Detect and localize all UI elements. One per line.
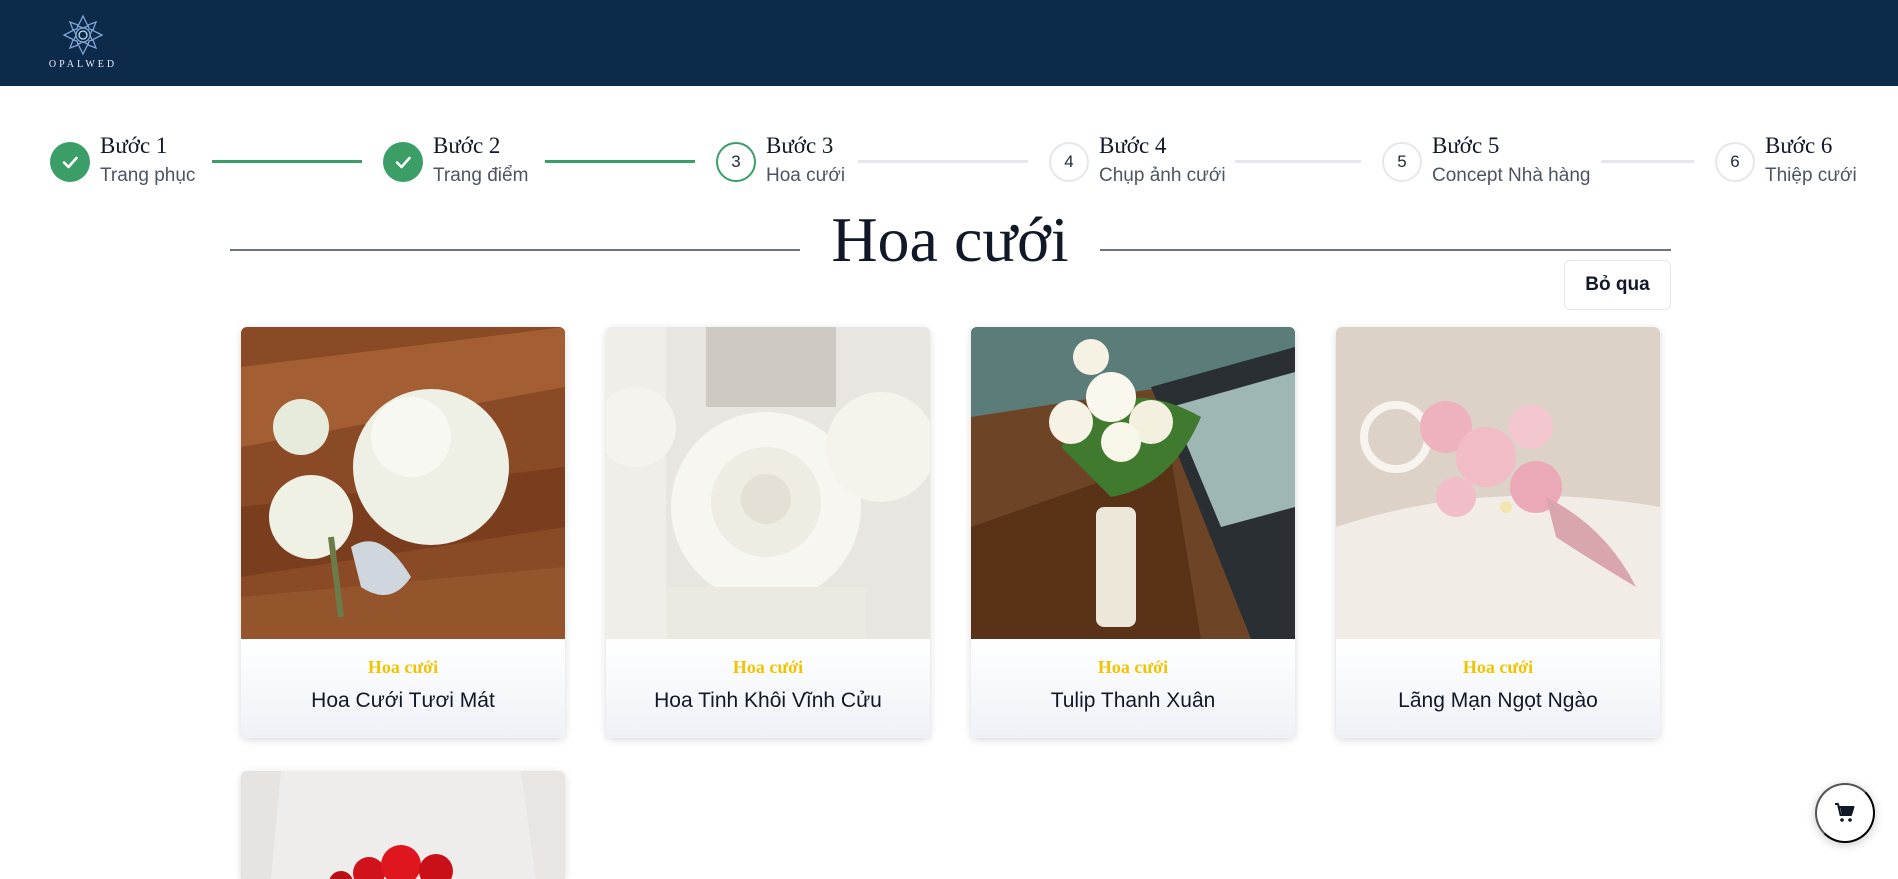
step-title: Bước 2 bbox=[433, 133, 501, 158]
product-name[interactable]: Lãng Mạn Ngọt Ngào bbox=[1336, 689, 1660, 713]
step-subtitle: Hoa cưới bbox=[766, 165, 846, 186]
step-subtitle: Trang điểm bbox=[433, 165, 529, 186]
step-subtitle: Trang phục bbox=[100, 165, 196, 186]
logo-text: OPALWED bbox=[48, 59, 118, 70]
cart-icon bbox=[1835, 803, 1855, 822]
heading-divider-left bbox=[230, 249, 800, 251]
progress-stepper: Bước 1 Trang phục Bước 2 Trang điểm 3 Bư… bbox=[0, 130, 1898, 194]
step-connector bbox=[545, 160, 695, 163]
brand-logo[interactable]: OPALWED bbox=[44, 14, 122, 76]
product-name[interactable]: Hoa Tinh Khôi Vĩnh Cửu bbox=[606, 689, 930, 713]
step-subtitle: Thiệp cưới bbox=[1765, 165, 1857, 186]
page-title: Hoa cưới bbox=[831, 204, 1069, 275]
product-card[interactable]: Hoa cưới Tulip Thanh Xuân bbox=[971, 327, 1295, 738]
product-card[interactable]: Hoa cưới Hoa Tinh Khôi Vĩnh Cửu bbox=[606, 327, 930, 738]
product-image bbox=[606, 327, 930, 639]
step-connector bbox=[212, 160, 362, 163]
step-subtitle: Concept Nhà hàng bbox=[1432, 165, 1591, 186]
product-card-body: Hoa cưới Lãng Mạn Ngọt Ngào bbox=[1336, 639, 1660, 738]
step-title: Bước 3 bbox=[766, 133, 834, 158]
product-image bbox=[971, 327, 1295, 639]
product-image bbox=[241, 327, 565, 639]
step-subtitle: Chụp ảnh cưới bbox=[1099, 165, 1226, 186]
product-category: Hoa cưới bbox=[1097, 657, 1169, 677]
product-category: Hoa cưới bbox=[732, 657, 804, 677]
product-image bbox=[1336, 327, 1660, 639]
product-category: Hoa cưới bbox=[367, 657, 439, 677]
step-number: 3 bbox=[716, 142, 756, 182]
check-icon bbox=[395, 156, 411, 169]
product-name[interactable]: Hoa Cưới Tươi Mát bbox=[241, 689, 565, 713]
product-image bbox=[241, 771, 565, 879]
step-connector bbox=[1235, 160, 1361, 163]
step-title: Bước 5 bbox=[1432, 133, 1500, 158]
top-navbar: OPALWED bbox=[0, 0, 1898, 86]
step-number: 5 bbox=[1382, 142, 1422, 182]
skip-button[interactable]: Bỏ qua bbox=[1564, 260, 1671, 310]
step-complete-indicator bbox=[383, 142, 423, 182]
heading-divider-right bbox=[1100, 249, 1671, 251]
step-complete-indicator bbox=[50, 142, 90, 182]
step-title: Bước 1 bbox=[100, 133, 168, 158]
step-number: 6 bbox=[1715, 142, 1755, 182]
product-card-body: Hoa cưới Hoa Tinh Khôi Vĩnh Cửu bbox=[606, 639, 930, 738]
check-icon bbox=[62, 156, 78, 169]
product-category: Hoa cưới bbox=[1462, 657, 1534, 677]
step-connector bbox=[858, 160, 1028, 163]
product-card[interactable]: Hoa cưới Lãng Mạn Ngọt Ngào bbox=[1336, 327, 1660, 738]
product-name[interactable]: Tulip Thanh Xuân bbox=[971, 689, 1295, 713]
step-title: Bước 4 bbox=[1099, 133, 1167, 158]
step-number: 4 bbox=[1049, 142, 1089, 182]
logo-emblem-icon bbox=[62, 14, 104, 56]
product-card-body: Hoa cưới Tulip Thanh Xuân bbox=[971, 639, 1295, 738]
step-title: Bước 6 bbox=[1765, 133, 1833, 158]
product-card-body: Hoa cưới Hoa Cưới Tươi Mát bbox=[241, 639, 565, 738]
cart-button[interactable] bbox=[1815, 783, 1875, 843]
product-card[interactable]: Hoa cưới Hoa Cưới Tươi Mát bbox=[241, 327, 565, 738]
step-connector bbox=[1601, 160, 1694, 163]
product-card[interactable] bbox=[241, 771, 565, 879]
